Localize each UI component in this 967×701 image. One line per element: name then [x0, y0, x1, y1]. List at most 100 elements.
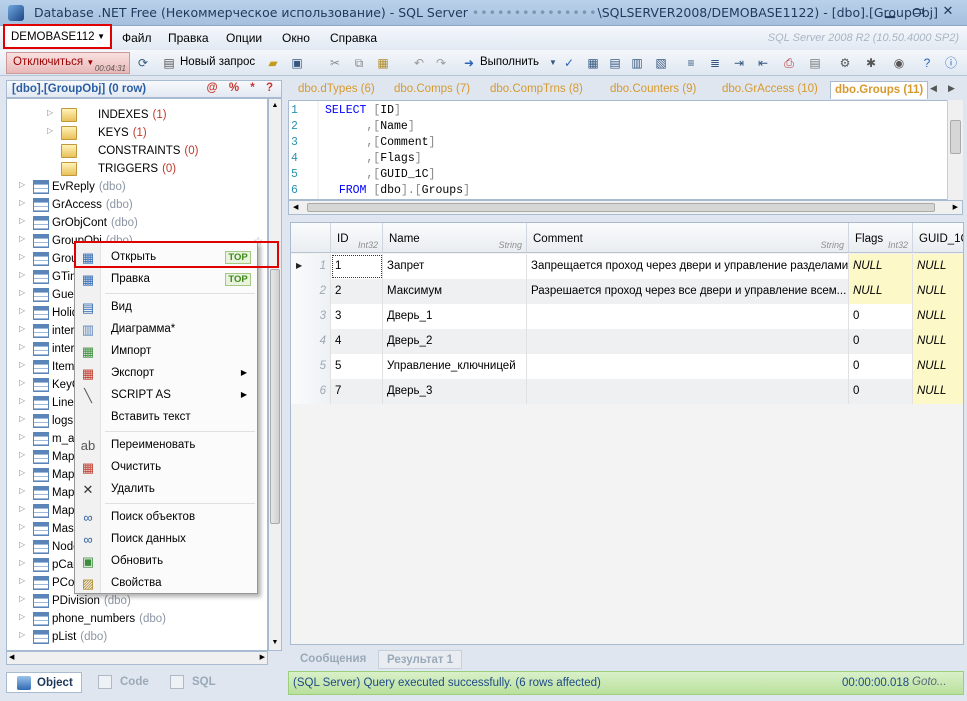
expand-icon[interactable]: ▷ — [19, 270, 25, 279]
expand-icon[interactable]: ▷ — [19, 630, 25, 639]
column-header[interactable]: GUID_1C — [913, 223, 963, 253]
menu-file[interactable]: Файл — [122, 31, 152, 45]
context-item[interactable]: ▦ Импорт — [75, 341, 257, 363]
context-item[interactable]: ▦ Очистить — [75, 457, 257, 479]
context-item[interactable]: ▥ Диаграмма* — [75, 319, 257, 341]
tab-comps[interactable]: dbo.Comps (7) — [394, 81, 470, 99]
open-folder-icon[interactable]: ▰ — [264, 54, 282, 72]
expand-icon[interactable]: ▷ — [19, 540, 25, 549]
tab-counters[interactable]: dbo.Counters (9) — [610, 81, 696, 99]
expand-icon[interactable]: ▷ — [19, 216, 25, 225]
expand-icon[interactable]: ▷ — [47, 108, 53, 117]
expand-icon[interactable]: ▷ — [47, 126, 53, 135]
tools-icon[interactable]: ✱ — [862, 54, 880, 72]
expand-icon[interactable]: ▷ — [19, 234, 25, 243]
table-row[interactable]: 5 5 Управление_ключницей 0 NULL — [291, 354, 963, 379]
grid-cell[interactable]: 1 — [331, 254, 383, 279]
grid-cell[interactable]: NULL — [913, 354, 963, 379]
expand-icon[interactable]: ▷ — [19, 378, 25, 387]
undo-icon[interactable]: ↶ — [410, 54, 428, 72]
expand-icon[interactable]: ▷ — [19, 612, 25, 621]
editor-horizontal-scrollbar[interactable]: ◀ ▶ — [288, 200, 963, 215]
grid-cell[interactable]: 0 — [849, 379, 913, 404]
top-badge[interactable]: TOP — [225, 273, 251, 286]
grid-cell[interactable]: Запрет — [383, 254, 527, 279]
grid-cell[interactable]: 3 — [331, 304, 383, 329]
column-header[interactable]: Name String — [383, 223, 527, 253]
context-item[interactable]: Вставить текст — [75, 407, 257, 429]
menu-options[interactable]: Опции — [226, 31, 262, 45]
context-item[interactable]: ╲ SCRIPT AS ▶ — [75, 385, 257, 407]
grid-cell[interactable]: 0 — [849, 329, 913, 354]
grid-cell[interactable] — [527, 304, 849, 329]
expand-icon[interactable]: ▷ — [19, 306, 25, 315]
help-icon[interactable]: ? — [918, 54, 936, 72]
plugins-icon[interactable]: ◉ — [890, 54, 908, 72]
tab-graccess[interactable]: dbo.GrAccess (10) — [722, 81, 818, 99]
text-mode-icon[interactable]: ▤ — [606, 54, 624, 72]
expand-icon[interactable]: ▷ — [19, 468, 25, 477]
refresh-icon[interactable]: ⟳ — [134, 54, 152, 72]
tab-object[interactable]: Object — [6, 672, 82, 693]
grid-cell[interactable]: NULL — [849, 279, 913, 304]
table-row[interactable]: 3 3 Дверь_1 0 NULL — [291, 304, 963, 329]
table-row[interactable]: ▶ 1 1 Запрет Запрещается проход через двери … — [291, 254, 963, 279]
grid-cell[interactable] — [527, 329, 849, 354]
comment-icon[interactable]: ≡ — [682, 54, 700, 72]
grid-cell[interactable] — [527, 379, 849, 404]
column-header[interactable]: Comment String — [527, 223, 849, 253]
new-query-button[interactable]: Новый запрос — [180, 56, 255, 68]
context-item[interactable]: ▦ Экспорт ▶ — [75, 363, 257, 385]
file-mode-icon[interactable]: ▥ — [628, 54, 646, 72]
expand-icon[interactable]: ▷ — [19, 198, 25, 207]
expand-icon[interactable]: ▷ — [19, 324, 25, 333]
tab-sql[interactable]: SQL — [162, 672, 240, 693]
grid-cell[interactable] — [527, 354, 849, 379]
indent-icon[interactable]: ⇥ — [730, 54, 748, 72]
paste-icon[interactable]: ▦ — [374, 54, 392, 72]
expand-icon[interactable]: ▷ — [19, 396, 25, 405]
context-item[interactable]: ▦ Правка TOP — [75, 269, 257, 291]
expand-icon[interactable]: ▷ — [19, 414, 25, 423]
close-button[interactable]: ✕ — [940, 4, 956, 20]
tab-result-1[interactable]: Результат 1 — [378, 650, 463, 669]
grid-cell[interactable]: 2 — [331, 279, 383, 304]
expand-icon[interactable]: ▷ — [19, 342, 25, 351]
tab-scroll-left-icon[interactable]: ◀ — [930, 81, 937, 99]
grid-cell[interactable]: NULL — [913, 304, 963, 329]
menu-help[interactable]: Справка — [330, 31, 377, 45]
redo-icon[interactable]: ↷ — [432, 54, 450, 72]
maximize-button[interactable]: ▭ — [910, 4, 926, 20]
copy-icon[interactable]: ⧉ — [350, 54, 368, 72]
menu-edit[interactable]: Правка — [168, 31, 209, 45]
expand-icon[interactable]: ▷ — [19, 522, 25, 531]
outdent-icon[interactable]: ⇤ — [754, 54, 772, 72]
menu-window[interactable]: Окно — [282, 31, 310, 45]
uncomment-icon[interactable]: ≣ — [706, 54, 724, 72]
expand-icon[interactable]: ▷ — [19, 252, 25, 261]
grid-cell[interactable]: NULL — [913, 254, 963, 279]
result-grid[interactable]: ID Int32 Name String Comment String Flags Int32… — [290, 222, 964, 645]
grid-cell[interactable]: NULL — [849, 254, 913, 279]
export-toolbar-icon[interactable]: ▤ — [806, 54, 824, 72]
expand-icon[interactable]: ▷ — [19, 360, 25, 369]
database-selector[interactable]: DEMOBASE112 ▼ — [3, 24, 112, 49]
tree-vertical-scrollbar[interactable]: ▲ ▼ — [268, 98, 282, 651]
grid-mode-icon[interactable]: ▦ — [584, 54, 602, 72]
grid-cell[interactable]: 4 — [331, 329, 383, 354]
sql-editor[interactable]: 1 SELECT [ID] 2 ,[Name] 3 ,[Comment] 4 ,[Fla… — [288, 100, 963, 200]
grid-cell[interactable]: Управление_ключницей — [383, 354, 527, 379]
tab-dtypes[interactable]: dbo.dTypes (6) — [298, 81, 375, 99]
minimize-button[interactable]: ▁ — [882, 4, 898, 20]
expand-icon[interactable]: ▷ — [19, 450, 25, 459]
gear-icon[interactable]: ⚙ — [836, 54, 854, 72]
column-header[interactable]: Flags Int32 — [849, 223, 913, 253]
grid-cell[interactable]: Разрешается проход через все двери и упр… — [527, 279, 849, 304]
grid-cell[interactable]: 0 — [849, 354, 913, 379]
tab-code[interactable]: Code — [90, 672, 168, 693]
expand-icon[interactable]: ▷ — [19, 558, 25, 567]
expand-icon[interactable]: ▷ — [19, 486, 25, 495]
tab-groups[interactable]: dbo.Groups (11) — [830, 81, 928, 99]
editor-vertical-scrollbar[interactable] — [947, 100, 963, 200]
expand-icon[interactable]: ▷ — [19, 180, 25, 189]
